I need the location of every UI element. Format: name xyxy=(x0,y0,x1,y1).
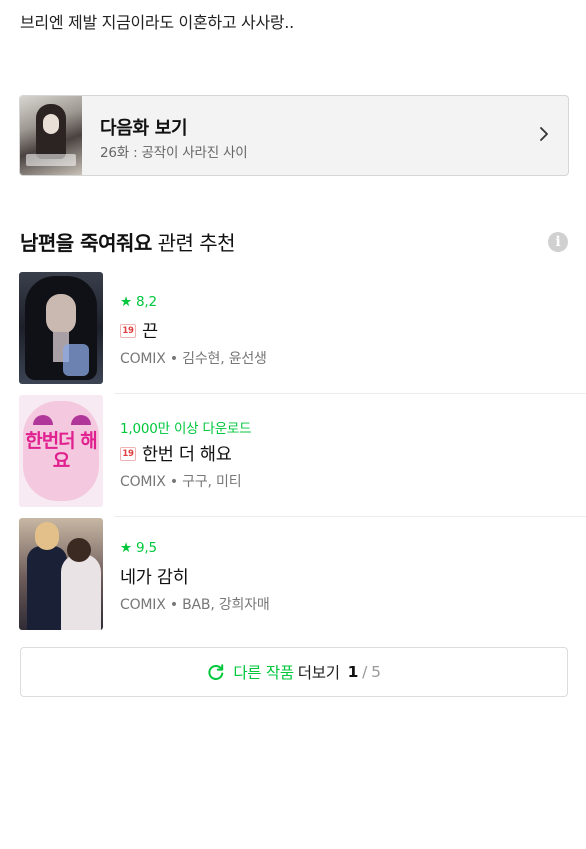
next-episode-thumbnail xyxy=(20,96,82,175)
next-episode-title: 다음화 보기 xyxy=(100,118,188,139)
page-total: 5 xyxy=(371,663,381,681)
recommendation-downloads: 1,000만 이상 다운로드 xyxy=(120,421,252,437)
cover-logo-text: 한번더 해요 xyxy=(25,430,98,472)
recommendation-item[interactable]: ★ 8,2 19 끈 COMIX • 김수현, 윤선생 xyxy=(0,272,586,394)
recommendation-rating: ★ 8,2 xyxy=(120,294,157,310)
recommendation-thumbnail xyxy=(19,518,103,630)
recommendation-thumbnail xyxy=(19,272,103,384)
next-episode-subtitle: 26화 : 공작이 사라진 사이 xyxy=(100,145,248,161)
page-separator: / xyxy=(362,663,368,681)
recommendation-rating: ★ 9,5 xyxy=(120,540,157,556)
age-19-badge: 19 xyxy=(120,323,136,338)
recommendation-title-text: 끈 xyxy=(142,322,158,342)
refresh-icon xyxy=(208,664,224,680)
divider xyxy=(114,516,586,517)
chevron-right-icon xyxy=(540,127,548,141)
divider xyxy=(114,393,586,394)
recommendation-title: 19 한번 더 해요 xyxy=(120,441,232,466)
page-current: 1 xyxy=(347,663,359,681)
recommendation-title-text: 한번 더 해요 xyxy=(142,445,232,465)
recommendation-author: COMIX • BAB, 강희자매 xyxy=(120,597,270,613)
more-label-green: 다른 작품 xyxy=(233,664,294,682)
more-label: 더보기 xyxy=(297,664,340,682)
info-icon[interactable]: i xyxy=(548,232,568,252)
age-19-badge: 19 xyxy=(120,446,136,461)
section-title-series: 남편을 죽여줘요 xyxy=(20,231,152,255)
more-works-button[interactable]: 다른 작품 더보기 1 / 5 xyxy=(20,647,568,697)
recommendation-item[interactable]: ★ 9,5 네가 감히 COMIX • BAB, 강희자매 xyxy=(0,518,586,640)
recommendation-thumbnail: 한번더 해요 xyxy=(19,395,103,507)
comment-text: 브리엔 제발 지금이라도 이혼하고 사사랑.. xyxy=(20,13,294,32)
recommendation-title: 19 끈 xyxy=(120,318,158,343)
recommendation-title: 네가 감히 xyxy=(120,564,189,589)
recommendation-item[interactable]: 한번더 해요 1,000만 이상 다운로드 19 한번 더 해요 COMIX •… xyxy=(0,395,586,517)
recommendation-author: COMIX • 구구, 미티 xyxy=(120,474,242,490)
section-title-suffix: 관련 추천 xyxy=(151,231,236,255)
section-title: 남편을 죽여줘요 관련 추천 xyxy=(20,227,236,256)
recommendation-title-text: 네가 감히 xyxy=(120,568,189,588)
next-episode-card[interactable]: 다음화 보기 26화 : 공작이 사라진 사이 xyxy=(19,95,569,176)
recommendation-author: COMIX • 김수현, 윤선생 xyxy=(120,351,267,367)
